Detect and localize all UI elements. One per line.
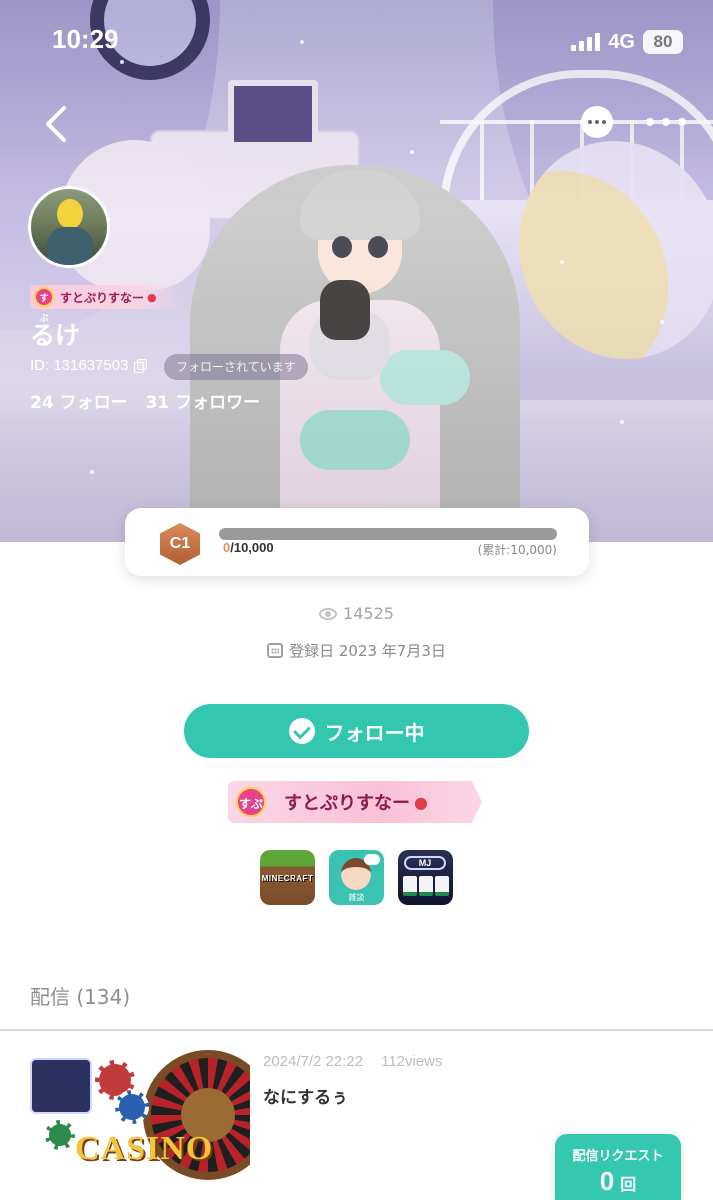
level-progress-bar — [219, 528, 557, 540]
calendar-icon — [267, 643, 284, 658]
follows-you-chip: フォローされています — [164, 354, 308, 380]
fan-badge-small[interactable]: すぷ すとぷりすなー ● — [30, 285, 180, 324]
user-avatar[interactable] — [28, 186, 110, 268]
status-time: 10:29 — [52, 24, 119, 54]
signal-icon — [571, 33, 601, 51]
registration-date-row: 登録日 2023 年7月3日 — [0, 640, 713, 661]
genre-label: MINECRAFT — [261, 874, 314, 883]
chat-genre-icon[interactable]: 雑談 — [329, 850, 384, 905]
mahjong-tile-icon — [30, 1058, 92, 1114]
status-indicators: 4G 80 — [571, 30, 683, 54]
level-progress-text: 0/10,000 — [223, 540, 274, 555]
divider — [0, 1029, 713, 1031]
battery-icon: 80 — [643, 30, 683, 54]
more-options-button[interactable] — [646, 108, 686, 136]
stream-thumbnail[interactable]: CASINO — [25, 1050, 250, 1180]
following-button[interactable]: フォロー中 — [184, 704, 529, 758]
level-target: /10,000 — [230, 540, 274, 555]
profile-header-background — [0, 0, 713, 542]
username: るけ — [30, 321, 81, 350]
genre-icons: MINECRAFT 雑談 MJ — [260, 850, 453, 905]
rank-badge-icon: C1 — [160, 523, 200, 565]
strawberry-icon: ● — [414, 792, 428, 812]
strawberry-icon: ● — [147, 290, 157, 304]
streams-section-title: 配信 (134) — [30, 985, 131, 1009]
stream-date: 2024/7/2 22:22 — [263, 1053, 364, 1070]
fan-badge-text: すとぷりすなー — [60, 290, 145, 305]
following-count[interactable]: 24 フォロー — [30, 388, 128, 413]
chat-bubble-button[interactable] — [581, 106, 613, 138]
level-total: (累計:10,000) — [477, 543, 557, 557]
mahjong-icon[interactable]: MJ — [398, 850, 453, 905]
stream-request-button[interactable]: 配信リクエスト 0回 — [555, 1134, 681, 1200]
check-icon — [288, 718, 315, 744]
fan-badge-large-text: すとぷりすなー — [284, 793, 410, 814]
strawberry-prince-logo-icon: すぷ — [236, 787, 266, 817]
request-unit: 回 — [620, 1175, 637, 1194]
back-button[interactable] — [40, 104, 74, 144]
user-id: ID: 131637503 — [30, 357, 129, 374]
genre-label: 雑談 — [348, 893, 365, 902]
follow-stats: 24 フォロー 31 フォロワー — [30, 388, 260, 413]
view-count: 14525 — [343, 604, 394, 623]
request-count: 0 — [599, 1166, 615, 1196]
request-count-row: 0回 — [555, 1166, 681, 1197]
copy-icon[interactable] — [134, 358, 148, 373]
level-card: C1 0/10,000 (累計:10,000) — [125, 508, 589, 576]
stream-meta: 2024/7/2 22:22 112views — [263, 1053, 443, 1070]
following-button-label: フォロー中 — [324, 722, 425, 745]
user-id-row: ID: 131637503 — [30, 357, 148, 374]
fan-badge-large[interactable]: すぷ すとぷりすなー ● — [228, 781, 482, 823]
stream-views: 112views — [381, 1053, 443, 1070]
strawberry-prince-logo-icon: すぷ — [34, 287, 54, 324]
request-label: 配信リクエスト — [572, 1149, 664, 1164]
network-type: 4G — [608, 30, 635, 53]
casino-logo: CASINO — [75, 1130, 214, 1167]
stream-title[interactable]: なにするぅ — [263, 1083, 348, 1108]
view-count-row: 14525 — [0, 604, 713, 623]
followers-count[interactable]: 31 フォロワー — [146, 388, 261, 413]
minecraft-icon[interactable]: MINECRAFT — [260, 850, 315, 905]
rank-label: C1 — [169, 535, 191, 552]
eye-icon — [319, 607, 338, 620]
registration-date: 登録日 2023 年7月3日 — [289, 642, 446, 660]
chevron-left-icon — [46, 106, 66, 142]
genre-label: MJ — [404, 856, 446, 870]
